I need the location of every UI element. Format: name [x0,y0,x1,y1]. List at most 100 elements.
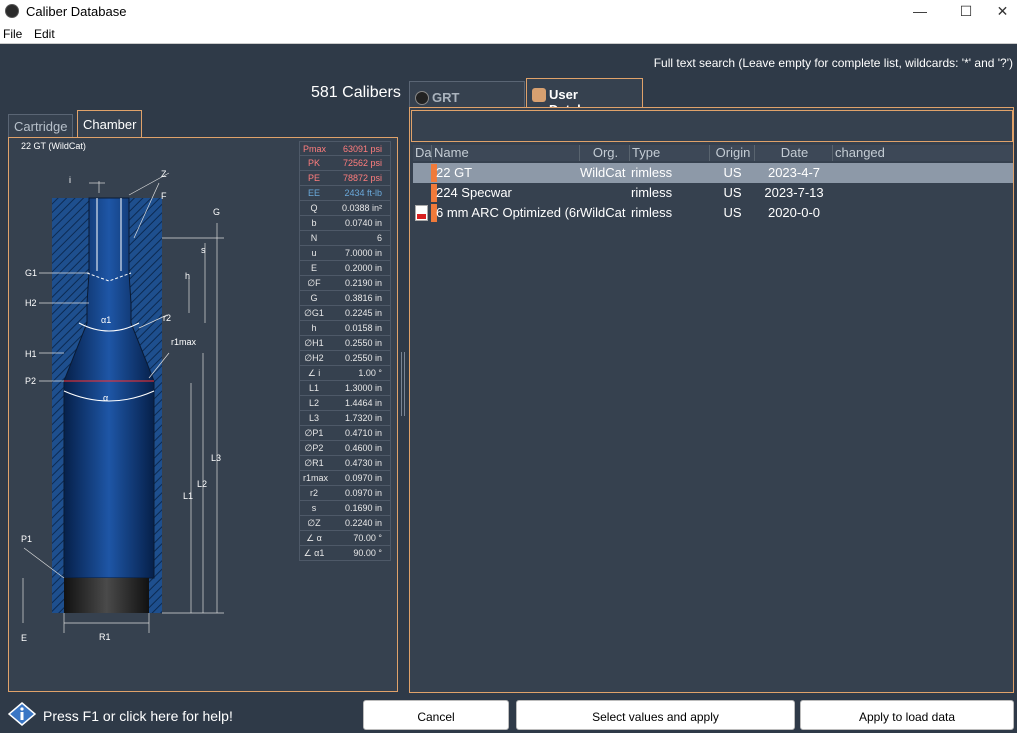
dimension-row: ∠ i 1.00 ° [299,366,391,381]
dimension-row: ∅H2 0.2550 in [299,351,391,366]
dimension-value: 0.0158 in [344,323,382,333]
database-panel: Da Name Org. Type Origin Date changed 22… [409,107,1014,693]
column-header-type[interactable]: Type [630,145,710,161]
minimize-button[interactable]: — [897,0,943,24]
dim-label-p2: P2 [25,376,36,386]
dimension-key: u [311,248,317,258]
dim-label-h1: H1 [25,349,37,359]
column-header-origin[interactable]: Origin [710,145,755,161]
dimension-key: ∅R1 [304,458,324,468]
dimension-row: ∅H1 0.2550 in [299,336,391,351]
dimension-row: Pmax 63091 psi [299,141,391,156]
cell-name: 224 Specwar [436,185,512,200]
dimension-row: E 0.2000 in [299,261,391,276]
table-row[interactable]: 224 Specwar rimless US 2023-7-13 [413,183,1013,203]
dim-label-l2: L2 [197,479,207,489]
dimension-row: PE 78872 psi [299,171,391,186]
column-header-date[interactable]: Date [755,145,833,161]
dimension-key: L1 [308,383,319,393]
column-header-name[interactable]: Name [432,145,580,161]
dimension-key: ∅P2 [304,443,324,453]
cell-changed [833,203,1013,223]
menu-file[interactable]: File [3,27,22,41]
dimension-value: 0.2190 in [344,278,382,288]
dimension-value: 0.2240 in [344,518,382,528]
dimension-row: r2 0.0970 in [299,486,391,501]
cell-date: 2023-4-7 [767,165,821,180]
dim-label-s: s [201,245,206,255]
dimension-key: h [311,323,317,333]
dimension-key: PE [307,173,320,183]
column-header-da[interactable]: Da [413,145,432,161]
dimension-key: L3 [308,413,319,423]
cell-origin: US [723,205,742,220]
cell-origin: US [723,185,742,200]
dimension-key: L2 [308,398,319,408]
cancel-button[interactable]: Cancel [363,700,509,730]
dimension-value: 7.0000 in [344,248,382,258]
cell-org [580,183,630,203]
menu-edit[interactable]: Edit [34,27,55,41]
dimension-value: 0.4730 in [344,458,382,468]
dim-label-z: Z [161,169,167,179]
cell-changed [833,163,1013,183]
panel-splitter[interactable] [401,352,405,416]
dimension-table: Pmax 63091 psi PK 72562 psi PE 78872 psi EE 243… [299,141,391,561]
dim-label-alpha1: α1 [101,315,111,325]
dimension-value: 2434 ft-lb [344,188,382,198]
dimension-key: ∅H1 [304,338,324,348]
dimension-row: L3 1.7320 in [299,411,391,426]
menu-bar: File Edit [0,24,1017,44]
dim-label-l3: L3 [211,453,221,463]
cell-changed [833,183,1013,203]
dimension-value: 0.2550 in [344,353,382,363]
dimension-key: E [310,263,317,273]
cell-type: rimless [631,165,673,180]
cell-org: WildCat [580,165,626,180]
tab-cartridge[interactable]: Cartridge [8,114,73,138]
search-input[interactable] [411,110,1013,142]
dimension-row: ∅P1 0.4710 in [299,426,391,441]
dim-label-h: h [185,271,190,281]
cell-org: WildCat [580,205,626,220]
dimension-key: r1max [303,473,329,483]
select-values-apply-button[interactable]: Select values and apply [516,700,795,730]
dimension-key: ∅P1 [304,428,324,438]
cell-name: 22 GT [436,165,473,180]
maximize-button[interactable]: ☐ [943,0,989,24]
dim-label-r1: R1 [99,632,111,642]
dim-label-f: F [161,191,167,201]
caliber-count: 581 Calibers [311,84,401,101]
dimension-value: 0.4710 in [344,428,382,438]
dimension-row: r1max 0.0970 in [299,471,391,486]
dimension-value: 0.0740 in [344,218,382,228]
dimension-value: 6 [376,233,382,243]
tab-chamber[interactable]: Chamber [77,110,142,138]
dimension-value: 70.00 ° [353,533,382,543]
dimension-row: ∅G1 0.2245 in [299,306,391,321]
dimension-key: PK [307,158,320,168]
tab-user-database[interactable]: User Database [526,78,643,117]
dimension-value: 72562 psi [342,158,382,168]
dimension-value: 1.4464 in [344,398,382,408]
dimension-key: ∅Z [307,518,321,528]
dimension-value: 0.4600 in [344,443,382,453]
dimension-key: ∅H2 [304,353,324,363]
table-row[interactable]: 6 mm ARC Optimized (6mm ARC)WildCat rimle… [413,203,1013,223]
dimension-value: 1.7320 in [344,413,382,423]
column-header-changed[interactable]: changed [833,145,1013,161]
dimension-key: N [310,233,318,243]
dimension-key: r2 [309,488,318,498]
table-row[interactable]: 22 GT WildCat rimless US 2023-4-7 [413,163,1013,183]
dimension-value: 0.2550 in [344,338,382,348]
search-hint: Full text search (Leave empty for comple… [653,56,1013,70]
dimension-key: b [311,218,317,228]
dimension-row: u 7.0000 in [299,246,391,261]
apply-to-load-data-button[interactable]: Apply to load data [800,700,1014,730]
column-header-org[interactable]: Org. [580,145,630,161]
close-button[interactable]: ✕ [988,0,1017,24]
cell-origin: US [723,165,742,180]
help-info-icon [8,702,36,726]
tab-grt-database[interactable]: GRT Database [409,81,525,120]
dimension-value: 0.2000 in [344,263,382,273]
